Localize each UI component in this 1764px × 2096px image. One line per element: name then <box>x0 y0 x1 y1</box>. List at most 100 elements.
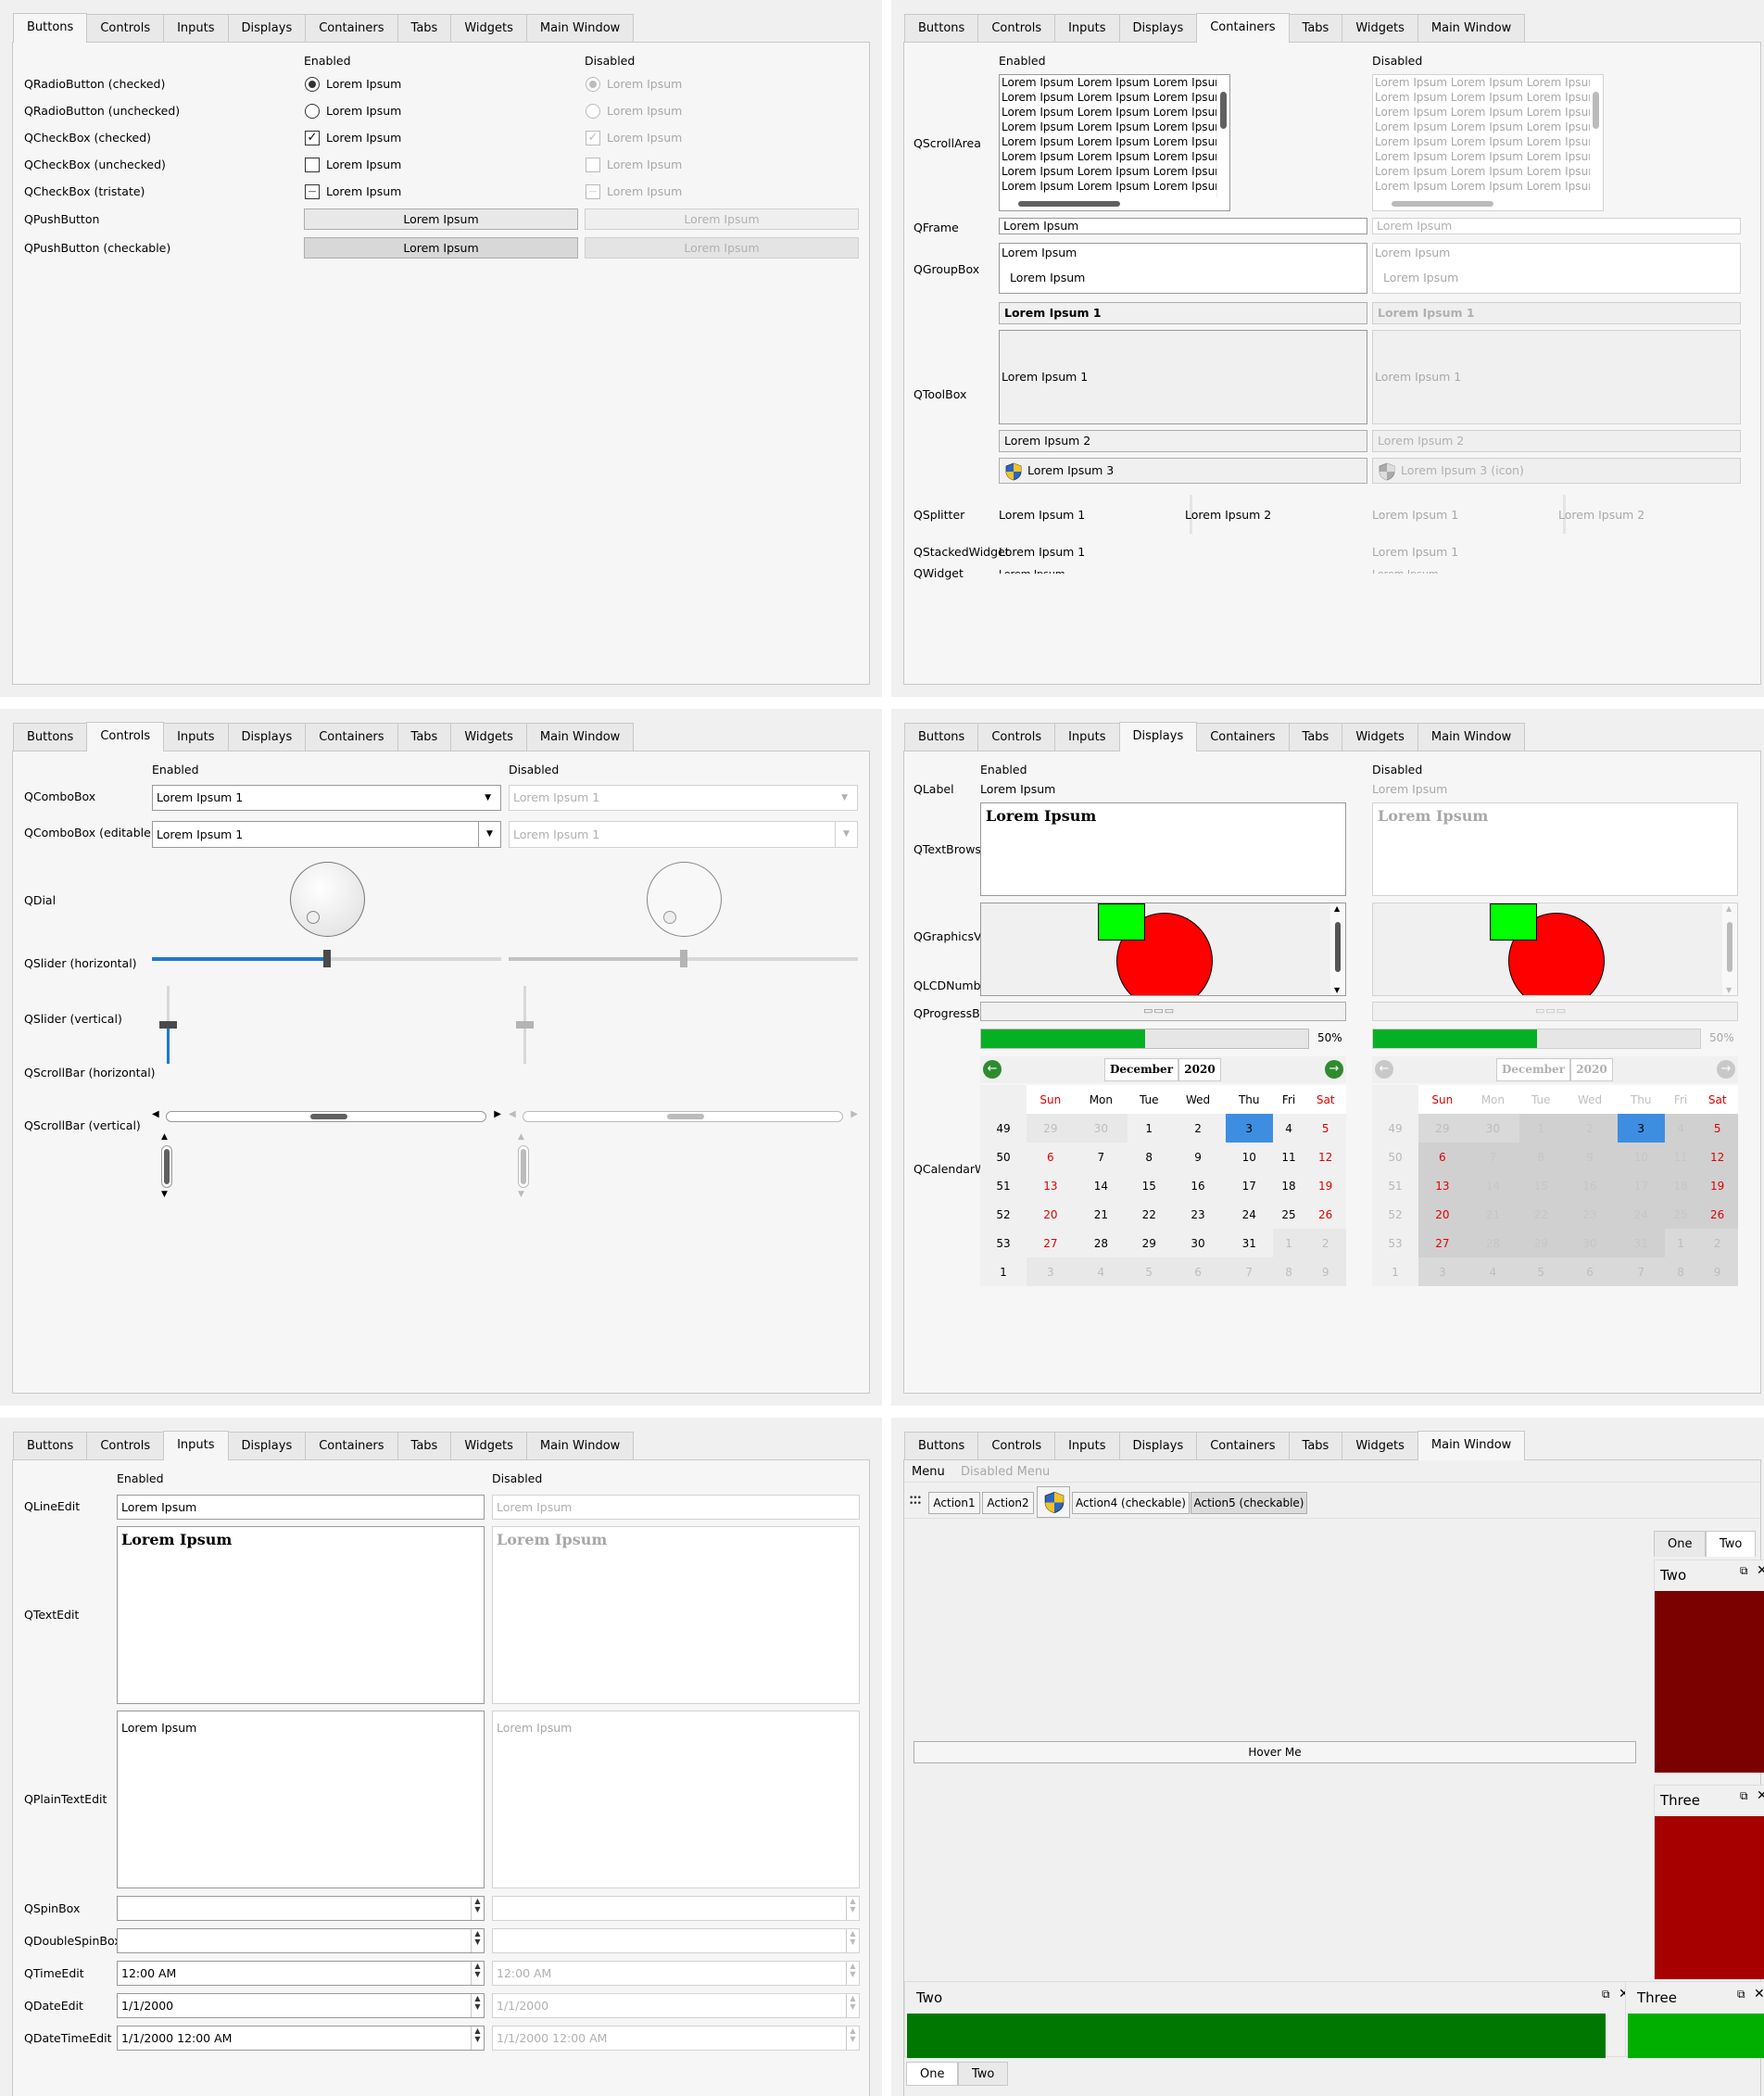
tab-inputs[interactable]: Inputs <box>163 1431 229 1460</box>
plain-text-edit[interactable]: Lorem Ipsum <box>117 1711 485 1888</box>
calendar-date[interactable]: 1 <box>1272 1229 1305 1257</box>
calendar-date[interactable]: 5 <box>1128 1257 1171 1286</box>
calendar-date[interactable]: 27 <box>1027 1229 1075 1257</box>
calendar-date[interactable]: 22 <box>1128 1200 1171 1229</box>
scrollbar-horizontal[interactable]: ◀ ▶ <box>152 1108 501 1125</box>
dial[interactable] <box>290 862 365 937</box>
bottom-dock-tab-one[interactable]: One <box>906 2062 959 2086</box>
push-button[interactable]: Lorem Ipsum <box>304 208 578 230</box>
calendar-date[interactable]: 8 <box>1272 1257 1305 1286</box>
float-icon[interactable]: ⧉ <box>1740 1564 1748 1578</box>
line-edit[interactable]: Lorem Ipsum <box>117 1495 485 1520</box>
spin-arrows-icon[interactable]: ▲ ▼ <box>471 1929 484 1952</box>
tab-widgets[interactable]: Widgets <box>1342 14 1418 43</box>
calendar-date[interactable]: 14 <box>1074 1171 1128 1200</box>
calendar-date[interactable]: 20 <box>1027 1200 1075 1229</box>
calendar-date[interactable]: 24 <box>1225 1200 1273 1229</box>
close-icon[interactable]: ✕ <box>1757 1788 1764 1803</box>
arrow-left-icon[interactable]: ◀ <box>152 1109 159 1119</box>
tab-inputs[interactable]: Inputs <box>1054 723 1120 751</box>
slider-vertical[interactable] <box>159 986 178 1064</box>
tab-widgets[interactable]: Widgets <box>1342 723 1418 751</box>
tab-displays[interactable]: Displays <box>1118 14 1198 43</box>
calendar-date[interactable]: 4 <box>1272 1114 1305 1143</box>
tab-main-window[interactable]: Main Window <box>525 1432 635 1460</box>
tab-widgets[interactable]: Widgets <box>450 1432 527 1460</box>
calendar-date[interactable]: 16 <box>1170 1171 1226 1200</box>
toolbox-page-3-header[interactable]: Lorem Ipsum 3 <box>999 458 1367 484</box>
menu-item[interactable]: Menu <box>912 1465 945 1479</box>
checkable-push-button[interactable]: Lorem Ipsum <box>304 237 578 259</box>
prev-month-icon[interactable]: ← <box>983 1060 1002 1079</box>
tab-displays[interactable]: Displays <box>1118 722 1198 751</box>
arrow-up-icon[interactable]: ▲ <box>161 1132 168 1142</box>
calendar-date[interactable]: 2 <box>1304 1229 1346 1257</box>
calendar-date[interactable]: 12 <box>1304 1143 1346 1171</box>
calendar-date[interactable]: 21 <box>1074 1200 1128 1229</box>
tab-tabs[interactable]: Tabs <box>397 1432 452 1460</box>
tab-widgets[interactable]: Widgets <box>1342 1432 1418 1460</box>
calendar-date[interactable]: 29 <box>1128 1229 1171 1257</box>
tab-inputs[interactable]: Inputs <box>163 14 229 43</box>
tab-buttons[interactable]: Buttons <box>13 13 88 43</box>
float-icon[interactable]: ⧉ <box>1737 1988 1745 2001</box>
year-button[interactable]: 2020 <box>1178 1058 1221 1081</box>
calendar-date[interactable]: 8 <box>1128 1143 1171 1171</box>
action3-button[interactable] <box>1037 1486 1070 1518</box>
calendar[interactable]: ← → December 2020 Sun Mon Tue Wed Thu Fri Sat 49 29 3… <box>980 1056 1346 1286</box>
graphics-view-vscrollbar[interactable]: ▲ ▼ <box>1330 903 1345 995</box>
tab-buttons[interactable]: Buttons <box>13 723 88 751</box>
calendar-date[interactable]: 2 <box>1170 1114 1226 1143</box>
scroll-area-vscrollbar[interactable] <box>1216 75 1229 197</box>
dock-tab-two[interactable]: Two <box>1706 1531 1757 1557</box>
tab-controls[interactable]: Controls <box>977 723 1056 751</box>
tab-tabs[interactable]: Tabs <box>1288 1432 1343 1460</box>
spin-arrows-icon[interactable]: ▲ ▼ <box>471 1994 484 2017</box>
calendar-date[interactable]: 7 <box>1225 1257 1273 1286</box>
tab-main-window[interactable]: Main Window <box>1417 14 1526 43</box>
calendar-date[interactable]: 30 <box>1074 1114 1128 1143</box>
tab-buttons[interactable]: Buttons <box>13 1432 88 1460</box>
spin-arrows-icon[interactable]: ▲ ▼ <box>471 1962 484 1985</box>
tab-main-window[interactable]: Main Window <box>525 723 635 751</box>
radio-unchecked[interactable] <box>305 104 320 119</box>
spin-arrows-icon[interactable]: ▲ ▼ <box>471 2027 484 2050</box>
calendar-date[interactable]: 13 <box>1027 1171 1075 1200</box>
slider-horizontal[interactable] <box>152 950 501 968</box>
arrow-down-icon[interactable]: ▼ <box>161 1190 168 1199</box>
arrow-right-icon[interactable]: ▶ <box>494 1109 501 1119</box>
combo-box[interactable]: Lorem Ipsum 1 ▼ <box>152 785 501 811</box>
tab-tabs[interactable]: Tabs <box>1288 14 1343 43</box>
calendar-date[interactable]: 9 <box>1304 1257 1346 1286</box>
action4-button[interactable]: Action4 (checkable) <box>1072 1492 1190 1514</box>
calendar-date[interactable]: 9 <box>1170 1143 1226 1171</box>
tab-inputs[interactable]: Inputs <box>1054 1432 1120 1460</box>
tab-containers[interactable]: Containers <box>305 14 398 43</box>
calendar-date[interactable]: 18 <box>1272 1171 1305 1200</box>
calendar-date[interactable]: 15 <box>1128 1171 1171 1200</box>
graphics-view[interactable]: ▲ ▼ <box>980 903 1346 996</box>
tab-buttons[interactable]: Buttons <box>904 14 979 43</box>
tab-controls[interactable]: Controls <box>86 14 165 43</box>
calendar-date[interactable]: 31 <box>1225 1229 1273 1257</box>
spin-box[interactable]: ▲ ▼ <box>117 1896 485 1921</box>
calendar-date[interactable]: 17 <box>1225 1171 1273 1200</box>
time-edit[interactable]: 12:00 AM ▲ ▼ <box>117 1961 485 1986</box>
float-icon[interactable]: ⧉ <box>1740 1789 1748 1803</box>
calendar-date[interactable]: 1 <box>1128 1114 1171 1143</box>
text-browser[interactable]: Lorem Ipsum <box>980 802 1346 896</box>
calendar-date[interactable]: 3 <box>1225 1114 1273 1143</box>
calendar-date[interactable]: 11 <box>1272 1143 1305 1171</box>
tab-buttons[interactable]: Buttons <box>904 1432 979 1460</box>
tab-main-window[interactable]: Main Window <box>1417 723 1526 751</box>
month-button[interactable]: December <box>1104 1058 1178 1081</box>
tab-main-window[interactable]: Main Window <box>1417 1431 1526 1460</box>
hover-me-button[interactable]: Hover Me <box>914 1741 1636 1763</box>
toolbox-page-1-header[interactable]: Lorem Ipsum 1 <box>999 302 1367 324</box>
calendar-date[interactable]: 6 <box>1170 1257 1226 1286</box>
calendar-date[interactable]: 28 <box>1074 1229 1128 1257</box>
action5-button[interactable]: Action5 (checkable) <box>1191 1492 1307 1514</box>
tab-controls[interactable]: Controls <box>86 722 165 751</box>
checkbox-checked[interactable]: ✓ <box>305 131 320 145</box>
date-edit[interactable]: 1/1/2000 ▲ ▼ <box>117 1993 485 2018</box>
